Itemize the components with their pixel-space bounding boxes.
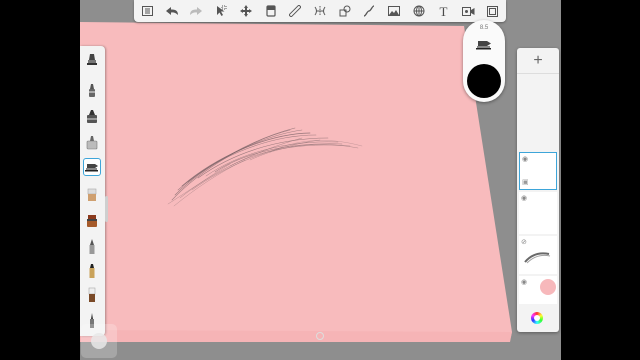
eye-icon[interactable]: ◉ bbox=[522, 155, 528, 163]
layer-copy-icon[interactable] bbox=[262, 2, 280, 20]
selection-icon[interactable] bbox=[212, 2, 230, 20]
layer-panel: + ◉ ▣ ◉ ⊘ ◉ bbox=[517, 48, 559, 332]
add-layer-button[interactable]: + bbox=[517, 48, 559, 74]
paintbrush-icon[interactable] bbox=[83, 186, 101, 204]
brush-library-handle[interactable] bbox=[105, 196, 108, 222]
brush-puck[interactable]: 8.5 bbox=[463, 20, 505, 102]
smudge-icon[interactable] bbox=[83, 286, 101, 304]
app-screen: T 8.5 + ◉ ▣ ◉ ⊘ ◉ bbox=[0, 0, 640, 360]
library-icon[interactable] bbox=[138, 2, 156, 20]
workspace: T 8.5 + ◉ ▣ ◉ ⊘ ◉ bbox=[80, 0, 561, 360]
video-icon[interactable] bbox=[459, 2, 477, 20]
brush-size-label: 8.5 bbox=[479, 25, 489, 31]
undo-icon[interactable] bbox=[163, 2, 181, 20]
layer-item-active[interactable]: ◉ ▣ bbox=[519, 152, 557, 190]
background-color-swatch[interactable] bbox=[540, 279, 556, 295]
chisel-marker-icon[interactable] bbox=[83, 212, 101, 230]
symmetry-icon[interactable] bbox=[311, 2, 329, 20]
eye-hidden-icon[interactable]: ⊘ bbox=[521, 238, 527, 246]
ruler-icon[interactable] bbox=[286, 2, 304, 20]
ink-pen-icon[interactable] bbox=[83, 238, 101, 256]
image-icon[interactable] bbox=[385, 2, 403, 20]
curve-icon[interactable] bbox=[360, 2, 378, 20]
transform-icon[interactable] bbox=[237, 2, 255, 20]
pink-canvas-sheet bbox=[80, 22, 512, 340]
eye-icon[interactable]: ◉ bbox=[521, 194, 527, 202]
text-icon[interactable]: T bbox=[434, 2, 452, 20]
lock-icon[interactable]: ▣ bbox=[522, 178, 529, 186]
color-wheel-icon[interactable] bbox=[531, 312, 543, 324]
page-indicator bbox=[316, 332, 324, 340]
redo-icon[interactable] bbox=[187, 2, 205, 20]
top-toolbar: T bbox=[134, 0, 506, 22]
shape-icon[interactable] bbox=[336, 2, 354, 20]
eraser-icon[interactable] bbox=[83, 262, 101, 280]
background-layer[interactable]: ◉ bbox=[519, 276, 557, 304]
current-brush-icon bbox=[475, 38, 493, 56]
current-color-swatch[interactable] bbox=[467, 64, 501, 98]
hatch-brush-icon-selected[interactable] bbox=[83, 158, 101, 176]
layer-item-eyebrow[interactable]: ⊘ bbox=[519, 236, 557, 274]
canvas-lower-extension bbox=[80, 330, 512, 342]
layer-item[interactable]: ◉ bbox=[519, 192, 557, 234]
fullscreen-icon[interactable] bbox=[484, 2, 502, 20]
pen-icon[interactable] bbox=[83, 134, 101, 152]
lagoon-circle-icon bbox=[91, 333, 107, 349]
eye-icon[interactable]: ◉ bbox=[521, 278, 527, 286]
layer-thumbnail bbox=[524, 252, 551, 264]
perspective-grid-icon[interactable] bbox=[410, 2, 428, 20]
marker-icon[interactable] bbox=[83, 108, 101, 126]
brush-library bbox=[80, 46, 105, 336]
pencil-icon[interactable] bbox=[83, 82, 101, 100]
airbrush-icon[interactable] bbox=[83, 52, 101, 70]
